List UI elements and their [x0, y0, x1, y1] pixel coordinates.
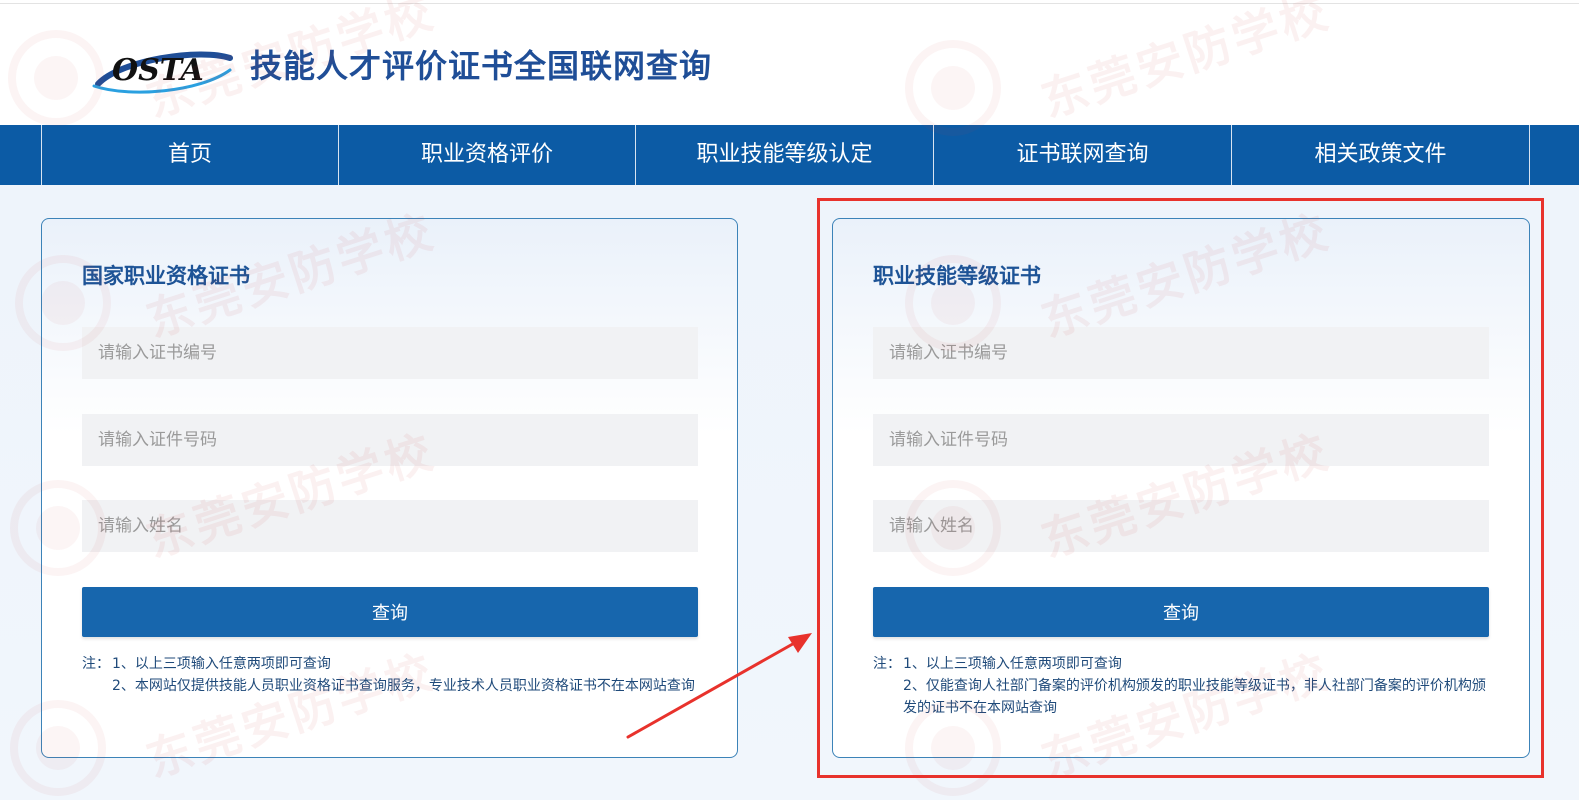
nav-item-home[interactable]: 首页 [42, 125, 338, 185]
nav-item-skill-level-certification[interactable]: 职业技能等级认定 [636, 125, 933, 185]
red-arrow-icon [626, 633, 812, 739]
site-header: OSTA 技能人才评价证书全国联网查询 [0, 4, 1579, 125]
note-line: 2、本网站仅提供技能人员职业资格证书查询服务，专业技术人员职业资格证书不在本网站… [82, 675, 702, 697]
note-text: 1、以上三项输入任意两项即可查询 [112, 656, 331, 672]
note-text: 2、本网站仅提供技能人员职业资格证书查询服务，专业技术人员职业资格证书不在本网站… [112, 678, 695, 694]
osta-logo[interactable]: OSTA [90, 40, 236, 98]
nav-item-certificate-query[interactable]: 证书联网查询 [934, 125, 1231, 185]
query-button[interactable]: 查询 [82, 587, 698, 637]
note-line: 注： 1、以上三项输入任意两项即可查询 [82, 653, 702, 675]
note-prefix: 注： [82, 656, 110, 672]
query-notes: 注： 1、以上三项输入任意两项即可查询 2、本网站仅提供技能人员职业资格证书查询… [82, 653, 702, 697]
site-title: 技能人才评价证书全国联网查询 [250, 47, 713, 85]
logo-text: OSTA [112, 53, 204, 88]
nav-item-vocational-qualification[interactable]: 职业资格评价 [339, 125, 635, 185]
nav-divider [1529, 125, 1530, 185]
certificate-number-input[interactable] [82, 327, 698, 379]
note-prefix [82, 675, 112, 697]
red-highlight-box [817, 198, 1544, 778]
id-number-input[interactable] [82, 414, 698, 466]
main-nav: 首页 职业资格评价 职业技能等级认定 证书联网查询 相关政策文件 [0, 125, 1579, 185]
nav-item-policy-documents[interactable]: 相关政策文件 [1232, 125, 1529, 185]
card-title: 国家职业资格证书 [82, 264, 250, 288]
name-input[interactable] [82, 500, 698, 552]
